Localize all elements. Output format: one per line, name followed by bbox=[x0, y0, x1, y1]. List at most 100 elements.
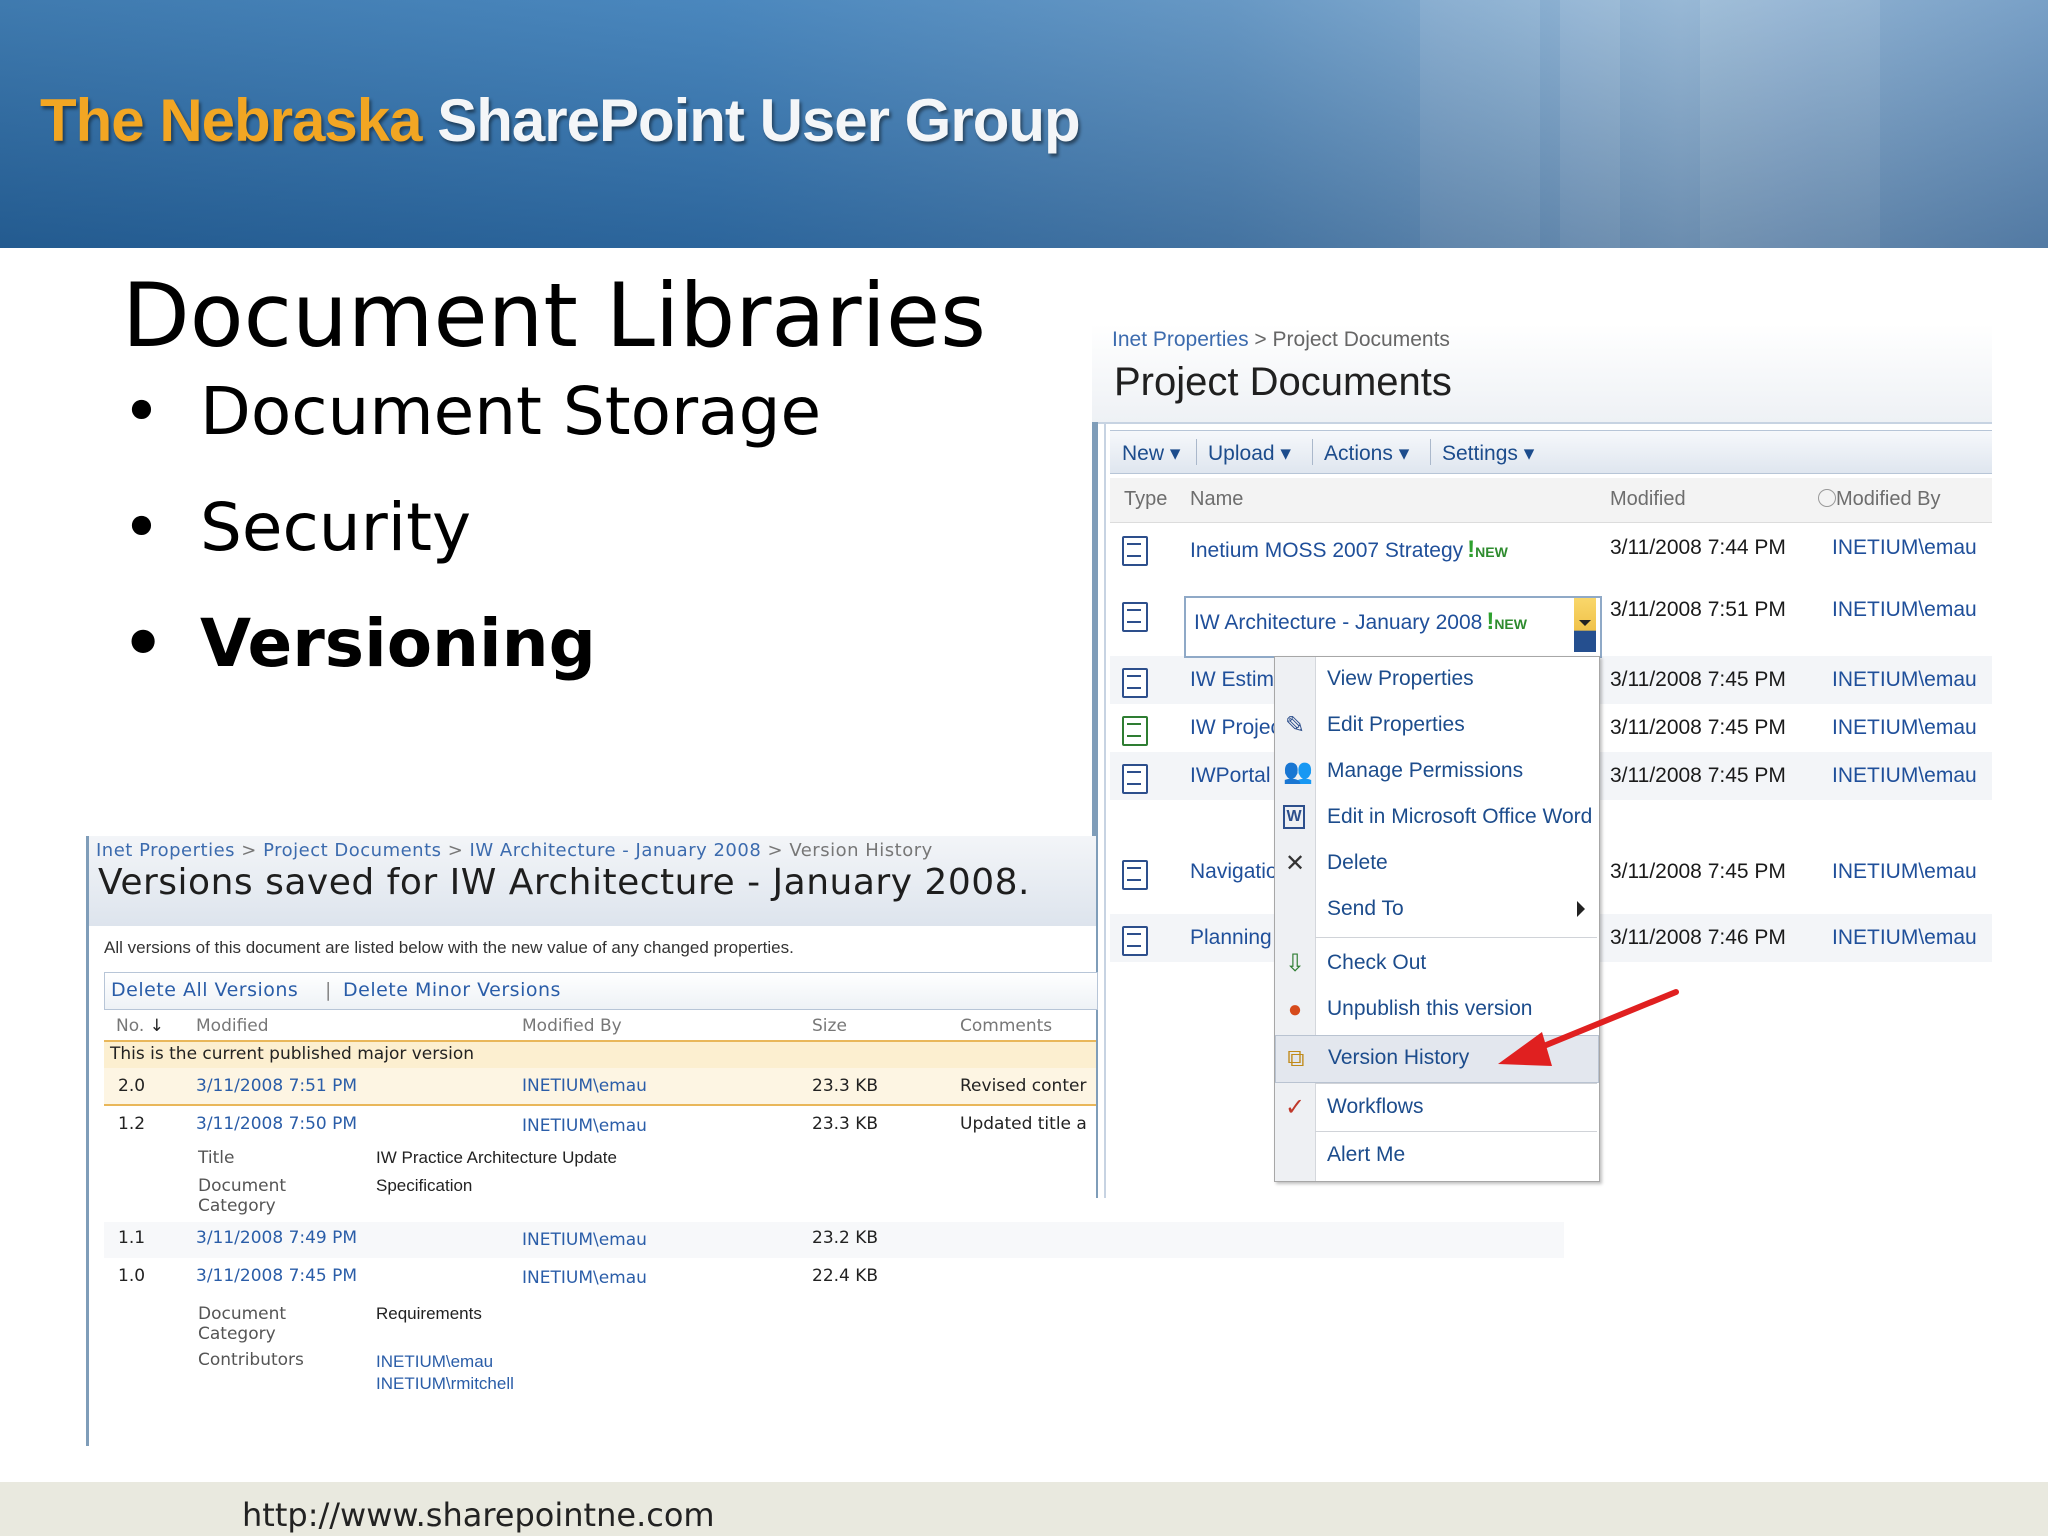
version-modified-by[interactable]: INETIUM\emau bbox=[522, 1116, 647, 1136]
delete-minor-versions-link[interactable]: Delete Minor Versions bbox=[343, 979, 561, 1001]
list-item-modified-by[interactable]: INETIUM\emau bbox=[1832, 668, 1977, 692]
list-item-name[interactable]: IWPortal bbox=[1190, 764, 1271, 788]
footer: http://www.sharepointne.com bbox=[0, 1482, 2048, 1536]
breadcrumb-separator: > bbox=[235, 840, 264, 861]
list-item-modified: 3/11/2008 7:45 PM bbox=[1610, 668, 1786, 691]
contributor-link[interactable]: INETIUM\rmitchell bbox=[376, 1374, 514, 1394]
list-item-modified-by[interactable]: INETIUM\emau bbox=[1832, 926, 1977, 950]
bullet-text: Versioning bbox=[200, 605, 596, 682]
list-item-modified-by[interactable]: INETIUM\emau bbox=[1832, 716, 1977, 740]
version-modified-by[interactable]: INETIUM\emau bbox=[522, 1076, 647, 1096]
menu-item-workflows[interactable]: ✓ Workflows bbox=[1275, 1085, 1597, 1131]
version-modified-by[interactable]: INETIUM\emau bbox=[522, 1268, 647, 1288]
column-header-name[interactable]: Name bbox=[1190, 488, 1243, 511]
menu-item-delete[interactable]: ✕ Delete bbox=[1275, 841, 1597, 887]
selected-item-name[interactable]: IW Architecture - January 2008 !NEW bbox=[1194, 608, 1527, 636]
column-header-modified-by[interactable]: Modified By bbox=[522, 1016, 622, 1036]
breadcrumb-link[interactable]: Inet Properties bbox=[96, 840, 235, 861]
property-value: IW Practice Architecture Update bbox=[376, 1148, 617, 1167]
toolbar-new-menu[interactable]: New ▾ bbox=[1122, 441, 1180, 466]
toolbar-separator: | bbox=[325, 979, 332, 1001]
list-item-modified-by[interactable]: INETIUM\emau bbox=[1832, 860, 1977, 884]
toolbar-upload-menu[interactable]: Upload ▾ bbox=[1208, 441, 1291, 466]
column-header-size[interactable]: Size bbox=[812, 1016, 847, 1036]
list-item-modified: 3/11/2008 7:45 PM bbox=[1610, 860, 1786, 883]
word-doc-icon bbox=[1122, 926, 1148, 956]
header-banner: The Nebraska SharePoint User Group bbox=[0, 0, 2048, 248]
column-header-comments[interactable]: Comments bbox=[960, 1016, 1052, 1036]
version-size: 23.3 KB bbox=[812, 1076, 879, 1096]
bullet-text: Document Storage bbox=[200, 373, 822, 450]
property-label: Document Category bbox=[198, 1176, 287, 1216]
menu-item-edit-in-word[interactable]: W Edit in Microsoft Office Word bbox=[1275, 795, 1597, 841]
list-item-modified: 3/11/2008 7:45 PM bbox=[1610, 716, 1786, 739]
word-doc-icon bbox=[1122, 764, 1148, 794]
version-modified-link[interactable]: 3/11/2008 7:51 PM bbox=[196, 1076, 357, 1096]
list-item-name[interactable]: Navigatior bbox=[1190, 860, 1285, 884]
sort-arrow-icon: ↓ bbox=[149, 1016, 164, 1036]
toolbar-actions-label: Actions bbox=[1324, 442, 1393, 465]
toolbar-actions-menu[interactable]: Actions ▾ bbox=[1324, 441, 1409, 466]
breadcrumb-link[interactable]: Project Documents bbox=[263, 840, 441, 861]
breadcrumb-current: Version History bbox=[789, 840, 933, 861]
version-modified-link[interactable]: 3/11/2008 7:49 PM bbox=[196, 1228, 357, 1248]
toolbar-separator bbox=[1196, 439, 1197, 465]
banner-title-part2: SharePoint User Group bbox=[437, 87, 1080, 154]
breadcrumb-link-site[interactable]: Inet Properties bbox=[1112, 328, 1249, 351]
footer-url[interactable]: http://www.sharepointne.com bbox=[242, 1496, 715, 1534]
column-header-modified-by[interactable]: Modified By bbox=[1818, 488, 1941, 511]
column-header-modified[interactable]: Modified bbox=[1610, 488, 1686, 511]
banner-title: The Nebraska SharePoint User Group bbox=[40, 86, 1081, 155]
list-item-modified-by[interactable]: INETIUM\emau bbox=[1832, 764, 1977, 788]
toolbar-settings-menu[interactable]: Settings ▾ bbox=[1442, 441, 1534, 466]
menu-item-view-properties[interactable]: View Properties bbox=[1275, 657, 1597, 703]
version-left-border bbox=[86, 836, 89, 1446]
item-dropdown-button[interactable] bbox=[1574, 598, 1596, 652]
version-modified-by[interactable]: INETIUM\emau bbox=[522, 1230, 647, 1250]
item-context-menu: View Properties ✎ Edit Properties 👥 Manage… bbox=[1274, 656, 1600, 1182]
breadcrumb-separator: > bbox=[441, 840, 470, 861]
column-header-modified-by-label: Modified By bbox=[1836, 488, 1941, 510]
version-toolbar: Delete All Versions | Delete Minor Versi… bbox=[104, 972, 1098, 1010]
dropdown-arrow-icon: ▾ bbox=[1280, 442, 1291, 465]
menu-item-alert-me[interactable]: Alert Me bbox=[1275, 1133, 1597, 1179]
list-item-name[interactable]: Inetium MOSS 2007 Strategy !NEW bbox=[1190, 536, 1508, 564]
unpublish-icon: ● bbox=[1287, 996, 1303, 1023]
new-badge: !NEW bbox=[1486, 608, 1527, 635]
column-header-no[interactable]: No. ↓ bbox=[116, 1016, 164, 1036]
list-row[interactable]: Inetium MOSS 2007 Strategy !NEW 3/11/2008… bbox=[1110, 524, 1992, 572]
dropdown-arrow-icon: ▾ bbox=[1169, 442, 1181, 465]
breadcrumb-link[interactable]: IW Architecture - January 2008 bbox=[470, 840, 762, 861]
menu-item-manage-permissions[interactable]: 👥 Manage Permissions bbox=[1275, 749, 1597, 795]
radio-icon bbox=[1818, 489, 1836, 507]
selected-item-box[interactable]: IW Architecture - January 2008 !NEW bbox=[1184, 596, 1602, 658]
menu-item-edit-properties[interactable]: ✎ Edit Properties bbox=[1275, 703, 1597, 749]
column-header-type[interactable]: Type bbox=[1124, 488, 1167, 511]
list-item-modified: 3/11/2008 7:45 PM bbox=[1610, 764, 1786, 787]
menu-item-send-to[interactable]: Send To bbox=[1275, 887, 1597, 933]
version-modified-link[interactable]: 3/11/2008 7:45 PM bbox=[196, 1266, 357, 1286]
toolbar-separator bbox=[1312, 439, 1313, 465]
version-modified-link[interactable]: 3/11/2008 7:50 PM bbox=[196, 1114, 357, 1134]
toolbar-separator bbox=[1430, 439, 1431, 465]
list-item-name[interactable]: IW Estima bbox=[1190, 668, 1286, 692]
delete-all-versions-link[interactable]: Delete All Versions bbox=[111, 979, 298, 1001]
page-title: Project Documents bbox=[1114, 360, 1452, 404]
contributor-link[interactable]: INETIUM\emau bbox=[376, 1352, 493, 1372]
word-doc-icon bbox=[1122, 668, 1148, 698]
library-left-border-inner bbox=[1104, 422, 1106, 1198]
column-header-modified[interactable]: Modified bbox=[196, 1016, 269, 1036]
excel-doc-icon bbox=[1122, 716, 1148, 746]
breadcrumb-current: Project Documents bbox=[1272, 328, 1450, 351]
delete-x-icon: ✕ bbox=[1284, 850, 1306, 877]
version-history-screenshot: Inet Properties > Project Documents > IW… bbox=[86, 836, 1564, 1446]
banner-title-part1: The Nebraska bbox=[40, 87, 423, 154]
red-arrow-annotation bbox=[1498, 989, 1679, 1066]
list-item-name[interactable]: IW Projec bbox=[1190, 716, 1281, 740]
toolbar-settings-label: Settings bbox=[1442, 442, 1518, 465]
list-item-modified-by[interactable]: INETIUM\emau bbox=[1832, 598, 1977, 622]
breadcrumb: Inet Properties > Project Documents bbox=[1112, 328, 1450, 352]
property-label: Contributors bbox=[198, 1350, 304, 1370]
list-item-modified-by[interactable]: INETIUM\emau bbox=[1832, 536, 1977, 560]
breadcrumb-separator: > bbox=[761, 840, 790, 861]
